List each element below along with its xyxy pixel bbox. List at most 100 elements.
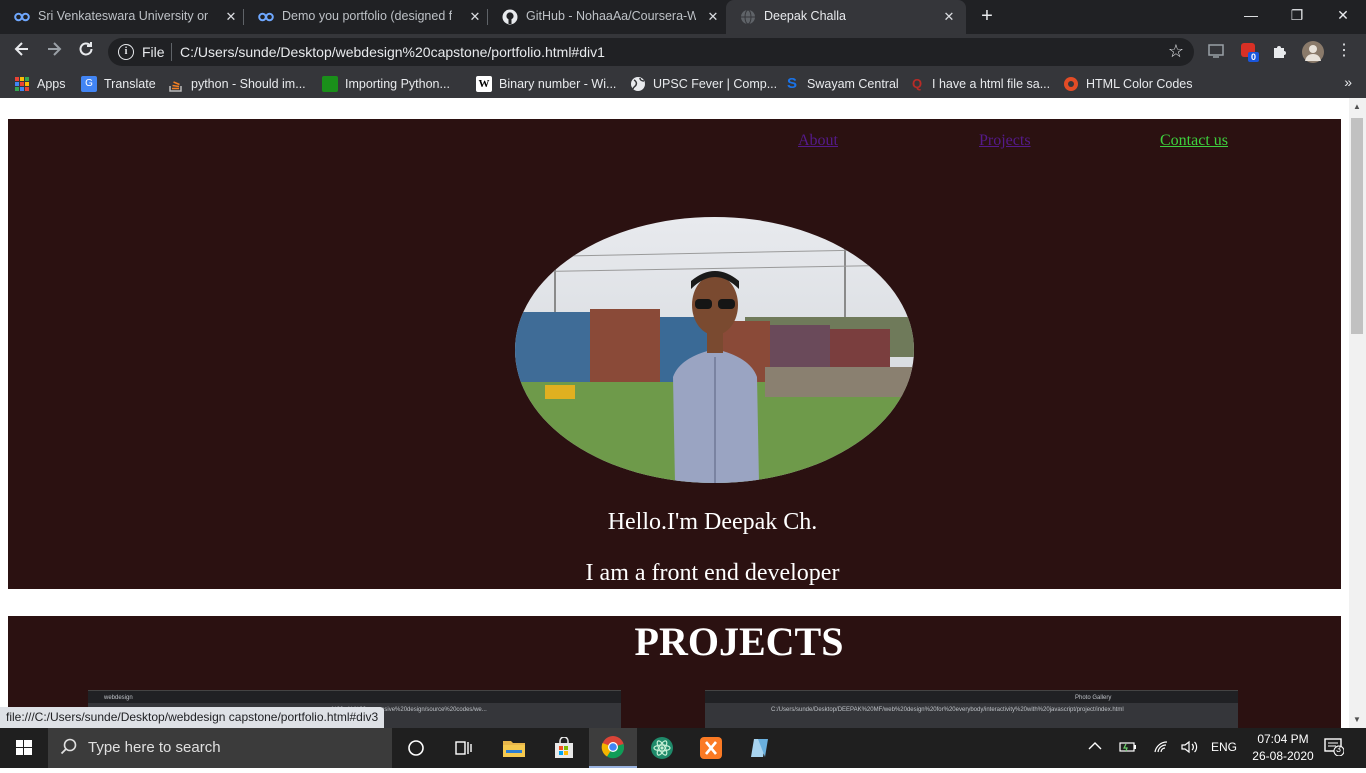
thumb-tab-title: Photo Gallery (1075, 695, 1112, 701)
nav-about-link[interactable]: About (798, 132, 838, 150)
tray-overflow-icon[interactable] (1088, 740, 1102, 754)
address-bar[interactable]: i File C:/Users/sunde/Desktop/webdesign%… (108, 38, 1194, 66)
notification-count: 3 (1336, 744, 1342, 754)
store-button[interactable] (540, 728, 588, 768)
page-viewport: About Projects Contact us Hello.I'm Deep… (0, 98, 1366, 728)
stackoverflow-icon (168, 76, 184, 92)
tab-title: Demo you portfolio (designed fro (282, 9, 452, 23)
extension-red-icon[interactable]: 0 (1240, 42, 1260, 62)
project-thumbnail[interactable]: Photo Gallery C:/Users/sunde/Desktop/DEE… (705, 690, 1238, 728)
bookmark-label: HTML Color Codes (1086, 77, 1193, 91)
info-icon[interactable]: i (118, 44, 134, 60)
globe-icon (630, 76, 646, 92)
minimize-button[interactable]: — (1228, 0, 1274, 30)
scroll-up-icon[interactable]: ▲ (1353, 102, 1361, 111)
browser-tab-strip: Sri Venkateswara University on Co ✕ Demo… (0, 0, 1366, 34)
scroll-down-icon[interactable]: ▼ (1353, 715, 1361, 724)
extension-screen-icon[interactable] (1207, 42, 1227, 62)
projects-heading: PROJECTS (634, 619, 844, 664)
scheme-label: File (142, 44, 165, 60)
reload-button[interactable] (74, 40, 98, 64)
bookmark-apps[interactable]: Apps (14, 76, 66, 92)
bookmark-swayam[interactable]: S Swayam Central (784, 76, 899, 92)
notepad-button[interactable] (736, 728, 784, 768)
translate-icon: G (81, 76, 97, 92)
action-center-button[interactable]: 3 (1324, 738, 1346, 758)
nav-contact-link[interactable]: Contact us (1160, 132, 1228, 150)
profile-avatar[interactable] (1302, 41, 1324, 63)
quora-icon: Q (911, 76, 923, 91)
close-window-button[interactable]: ✕ (1320, 0, 1366, 30)
taskbar-clock[interactable]: 07:04 PM 26-08-2020 (1244, 731, 1322, 765)
vertical-scrollbar[interactable]: ▲ ▼ (1349, 98, 1366, 728)
chrome-taskbar-button[interactable] (589, 728, 637, 768)
bookmark-translate[interactable]: G Translate (81, 76, 156, 92)
extension-badge: 0 (1251, 52, 1257, 62)
bookmarks-overflow-button[interactable]: » (1344, 74, 1352, 90)
url-text[interactable]: C:/Users/sunde/Desktop/webdesign%20capst… (180, 44, 605, 60)
atom-button[interactable] (638, 728, 686, 768)
bookmark-upsc-fever[interactable]: UPSC Fever | Comp... (630, 76, 777, 92)
forward-button[interactable] (42, 40, 66, 64)
battery-icon[interactable] (1119, 740, 1137, 757)
bookmark-html-color-codes[interactable]: HTML Color Codes (1063, 76, 1193, 92)
wifi-icon[interactable] (1153, 740, 1169, 757)
new-tab-button[interactable]: + (976, 6, 998, 28)
bookmarks-bar: Apps G Translate python - Should im... I… (0, 70, 1366, 98)
scrollbar-thumb[interactable] (1351, 118, 1363, 334)
coursera-icon (14, 9, 30, 25)
xampp-button[interactable] (687, 728, 735, 768)
tab-deepak-challa[interactable]: Deepak Challa ✕ (726, 0, 966, 34)
tab-github[interactable]: GitHub - NohaaAa/Coursera-Web ✕ (488, 0, 726, 34)
menu-dots-icon[interactable]: ⋮ (1334, 42, 1354, 62)
close-tab-icon[interactable]: ✕ (468, 9, 482, 25)
bookmark-binary-number[interactable]: W Binary number - Wi... (476, 76, 616, 92)
search-icon (60, 738, 78, 760)
start-button[interactable] (0, 728, 48, 768)
task-view-icon (455, 741, 472, 755)
bookmark-label: Translate (104, 77, 156, 91)
color-codes-icon (1063, 76, 1079, 92)
file-explorer-button[interactable] (490, 728, 538, 768)
globe-icon (740, 9, 756, 25)
volume-icon[interactable] (1181, 740, 1199, 757)
status-bar-url: file:///C:/Users/sunde/Desktop/webdesign… (0, 707, 385, 728)
tab-demo-portfolio[interactable]: Demo you portfolio (designed fro ✕ (244, 0, 488, 34)
bookmark-importing-python[interactable]: Importing Python... (322, 76, 450, 92)
close-tab-icon[interactable]: ✕ (942, 9, 956, 25)
green-square-icon (322, 76, 338, 92)
bookmark-label: Apps (37, 77, 66, 91)
thumb-toolbar (705, 717, 1238, 728)
task-view-button[interactable] (440, 728, 488, 768)
hello-heading: Hello.I'm Deepak Ch. (607, 509, 818, 535)
coursera-icon (258, 9, 274, 25)
windows-taskbar: Type here to search ENG 07:04 PM 26-08-2… (0, 728, 1366, 768)
hero-section: About Projects Contact us Hello.I'm Deep… (8, 119, 1341, 589)
clock-time: 07:04 PM (1257, 732, 1309, 746)
cortana-button[interactable] (392, 728, 440, 768)
close-tab-icon[interactable]: ✕ (224, 9, 238, 25)
notepad-icon (751, 739, 768, 757)
bookmark-label: Importing Python... (345, 77, 450, 91)
thumb-url: C:/Users/sunde/Desktop/DEEPAK%20MF/web%2… (771, 707, 1124, 713)
store-bag-icon (555, 737, 573, 758)
folder-icon (503, 741, 525, 757)
puzzle-icon[interactable] (1271, 42, 1291, 62)
tab-sri-venkateswara[interactable]: Sri Venkateswara University on Co ✕ (0, 0, 244, 34)
bookmark-label: UPSC Fever | Comp... (653, 77, 778, 91)
restore-button[interactable]: ❐ (1274, 0, 1320, 30)
apps-grid-icon (14, 76, 30, 92)
nav-projects-link[interactable]: Projects (979, 132, 1031, 150)
swayam-icon: S (786, 75, 797, 92)
bookmark-python[interactable]: python - Should im... (168, 76, 306, 92)
close-tab-icon[interactable]: ✕ (706, 9, 720, 25)
language-indicator[interactable]: ENG (1211, 740, 1237, 754)
reload-icon (79, 42, 93, 56)
thumb-tab-title: webdesign (104, 695, 133, 701)
back-button[interactable] (10, 40, 34, 64)
bookmark-star-icon[interactable]: ☆ (1168, 41, 1184, 62)
bookmark-label: I have a html file sa... (932, 77, 1051, 91)
bookmark-html-file[interactable]: Q I have a html file sa... (909, 76, 1050, 92)
taskbar-search-box[interactable]: Type here to search (48, 728, 392, 768)
atom-icon (651, 737, 673, 759)
